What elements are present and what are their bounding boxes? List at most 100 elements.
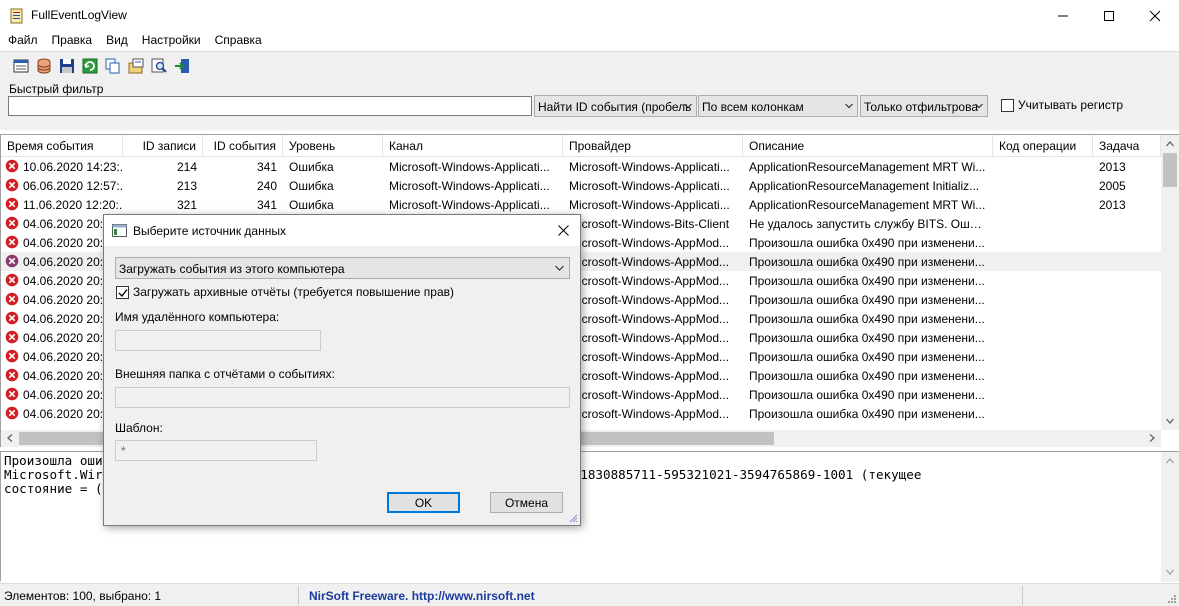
cell-description-text: Произошла ошибка 0x490 при изменени... [749,274,985,288]
find-icon [151,58,167,73]
cell-provider: Microsoft-Windows-AppMod... [563,328,743,347]
column-header-task[interactable]: Задача [1093,135,1161,157]
archive-logs-checkbox[interactable]: Загружать архивные отчёты (требуется пов… [116,285,454,299]
menu-edit[interactable]: Правка [45,31,100,51]
export-html-icon [128,58,143,73]
cell-opcode [993,290,1093,309]
cell-provider: Microsoft-Windows-Bits-Client [563,214,743,233]
ok-button[interactable]: OK [387,492,460,513]
cell-level: Ошибка [283,195,383,214]
data-source-value: Загружать события из этого компьютера [119,262,345,276]
cell-event-id-text: 341 [256,198,277,212]
scroll-thumb[interactable] [1163,153,1177,187]
cell-description: Не удалось запустить службу BITS. Ошиб..… [743,214,993,233]
column-header-opcode[interactable]: Код операции [993,135,1093,157]
cell-task [1093,309,1161,328]
dialog-close-button[interactable] [546,215,580,246]
cell-description-text: Не удалось запустить службу BITS. Ошиб..… [749,217,993,231]
maximize-button[interactable] [1086,0,1132,31]
toolbar [0,51,1179,79]
cell-record-id-text: 214 [176,160,197,174]
scroll-up-icon[interactable] [1166,457,1174,465]
cell-provider: Microsoft-Windows-AppMod... [563,385,743,404]
cell-provider-text: Microsoft-Windows-AppMod... [569,293,730,307]
cell-time-text: 04.06.2020 20:2 [23,331,110,345]
scroll-up-icon[interactable] [1166,140,1174,148]
resize-grip-icon[interactable] [568,513,578,523]
cell-opcode [993,271,1093,290]
cell-opcode [993,366,1093,385]
column-header-provider[interactable]: Провайдер [563,135,743,157]
cell-provider-text: Microsoft-Windows-Applicati... [569,179,730,193]
find-button[interactable] [147,55,170,77]
menu-help[interactable]: Справка [208,31,269,51]
cell-task [1093,214,1161,233]
scroll-left-icon[interactable] [6,434,14,442]
data-source-select[interactable]: Загружать события из этого компьютера [115,257,570,279]
filter-columns-select[interactable]: По всем колонкам [698,95,858,117]
list-vertical-scrollbar[interactable] [1161,135,1179,430]
refresh-button[interactable] [78,55,101,77]
quick-filter-input[interactable] [8,96,532,116]
checkbox-box[interactable] [1001,98,1014,112]
table-row[interactable]: 10.06.2020 14:23:... 214 341 Ошибка Microsof… [1,157,1161,176]
cell-provider: Microsoft-Windows-AppMod... [563,290,743,309]
exit-button[interactable] [170,55,193,77]
quick-filter-label: Быстрый фильтр [9,82,104,96]
menu-file[interactable]: Файл [1,31,45,51]
copy-icon [105,58,119,73]
menu-view[interactable]: Вид [99,31,135,51]
nirsoft-link[interactable]: NirSoft Freeware. http://www.nirsoft.net [309,589,535,603]
cell-opcode [993,347,1093,366]
cell-opcode [993,195,1093,214]
cell-opcode [993,214,1093,233]
chevron-down-icon [555,265,564,271]
column-header-channel[interactable]: Канал [383,135,563,157]
menu-settings[interactable]: Настройки [135,31,208,51]
remote-computer-input[interactable] [115,330,321,351]
close-button[interactable] [1132,0,1178,31]
cell-task [1093,347,1161,366]
resize-grip-icon[interactable] [1166,593,1176,603]
column-header-description[interactable]: Описание [743,135,993,157]
cell-description-text: Произошла ошибка 0x490 при изменени... [749,350,985,364]
cell-record-id: 321 [123,195,203,214]
dialog-window-icon [112,224,127,237]
external-folder-input[interactable] [115,387,570,408]
column-header-event-id[interactable]: ID события [203,135,283,157]
html-report-button[interactable] [124,55,147,77]
scroll-down-icon[interactable] [1166,568,1174,576]
data-source-dialog: Выберите источник данных Загружать событ… [103,214,581,526]
checkbox-box[interactable] [116,285,129,299]
scroll-down-icon[interactable] [1166,417,1174,425]
column-header-time[interactable]: Время события [1,135,123,157]
cell-level-text: Ошибка [289,198,334,212]
cancel-button[interactable]: Отмена [490,492,563,513]
cell-provider: Microsoft-Windows-AppMod... [563,233,743,252]
column-header-level[interactable]: Уровень [283,135,383,157]
template-input[interactable]: * [115,440,317,461]
error-icon [5,216,19,230]
save-button[interactable] [55,55,78,77]
cell-description: Произошла ошибка 0x490 при изменени... [743,328,993,347]
minimize-button[interactable] [1040,0,1086,31]
cell-time-text: 04.06.2020 20:2 [23,350,110,364]
scroll-right-icon[interactable] [1148,434,1156,442]
title-bar: FullEventLogView [0,0,1179,31]
copy-button[interactable] [101,55,124,77]
table-row[interactable]: 11.06.2020 12:20:... 321 341 Ошибка Microsof… [1,195,1161,214]
cell-task [1093,290,1161,309]
case-sensitive-checkbox[interactable]: Учитывать регистр [1001,98,1123,112]
filter-mode-select[interactable]: Найти ID события (пробель [534,95,697,117]
error-icon [5,178,19,192]
filter-display-select[interactable]: Только отфильтрова [860,95,988,117]
properties-button[interactable] [9,55,32,77]
error-icon [5,349,19,363]
details-vertical-scrollbar[interactable] [1161,452,1179,582]
data-source-button[interactable] [32,55,55,77]
cell-event-id: 240 [203,176,283,195]
cell-time-text: 04.06.2020 20:2 [23,236,110,250]
table-row[interactable]: 06.06.2020 12:57:... 213 240 Ошибка Microsof… [1,176,1161,195]
column-header-record-id[interactable]: ID записи [123,135,203,157]
chevron-down-icon [845,103,853,109]
